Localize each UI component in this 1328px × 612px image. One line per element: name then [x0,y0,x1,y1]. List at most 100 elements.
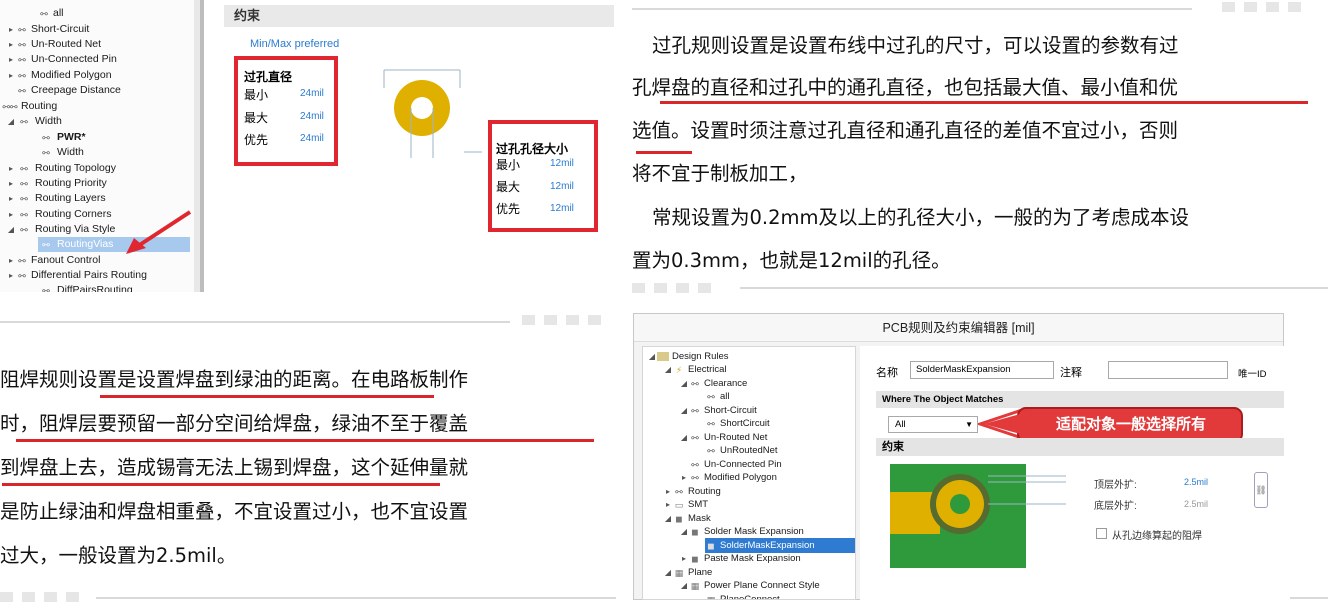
tree-item-unroutednet[interactable]: ⚯ UnRoutedNet [705,443,777,458]
tree-item-modified-polygon[interactable]: ▸ ⚯ Modified Polygon [6,68,112,83]
mask-paragraph-line5: 过大，一般设置为2.5mil。 [0,544,237,567]
via-min-value[interactable]: 24mil [300,88,324,99]
expand-arrow-icon[interactable]: ▸ [6,191,16,206]
tree-item-differential-pairs-routing[interactable]: ▸ ⚯ Differential Pairs Routing [6,268,147,283]
mask-paragraph-line2: 时，阻焊层要预留一部分空间给焊盘，绿油不至于覆盖 [0,412,469,435]
expand-arrow-icon[interactable]: ▸ [663,497,673,512]
collapse-arrow-icon[interactable]: ◢ [6,222,16,237]
tree-item-routing-priority[interactable]: ▸ ⚯ Routing Priority [6,176,107,191]
via-preferred-value[interactable]: 24mil [300,133,324,144]
divider-line [0,321,510,323]
collapse-arrow-icon[interactable]: ◢ [647,349,657,364]
deco-dash [1244,2,1257,12]
tree-item-all[interactable]: ⚯ all [38,6,64,21]
via-paragraph2-line1: 常规设置为0.2mm及以上的孔径大小，一般的为了考虑成本设 [652,206,1190,229]
tree-item-short-circuit[interactable]: ▸ ⚯ Short-Circuit [6,22,89,37]
deco-dash [654,283,667,293]
tree-item-planeconnect[interactable]: ▦ PlaneConnect [705,592,780,599]
collapse-arrow-icon[interactable]: ◢ [663,511,673,526]
expand-arrow-icon[interactable]: ▸ [679,470,689,485]
tree-item-diffpairsrouting[interactable]: ⚯ DiffPairsRouting [38,283,133,293]
tree-item-label: Un-Connected Pin [31,53,117,65]
hole-preferred-value[interactable]: 12mil [550,203,574,214]
tree-item-label: DiffPairsRouting [57,284,133,292]
rule-icon: ⚯ [707,391,715,402]
editor-rule-tree: ◢ Design Rules ◢ ⚡ Electrical ◢ ⚯ Clearance ⚯… [642,346,856,600]
deco-dash [1266,2,1279,12]
smt-icon: ▭ [674,499,684,510]
collapse-arrow-icon[interactable]: ◢ [663,362,673,377]
collapse-arrow-icon[interactable]: ◢ [679,430,689,445]
divider-line [632,8,1192,10]
tree-item-routing[interactable]: ⚯⚯ Routing [2,99,57,114]
tree-item-paste-mask-expansion[interactable]: ▸ ◼ Paste Mask Expansion [679,551,801,566]
deco-dash [676,283,689,293]
expand-arrow-icon[interactable]: ▸ [6,207,16,222]
rule-icon: ⚯ [707,445,715,456]
rule-icon: ⚯ [42,285,50,293]
collapse-arrow-icon[interactable]: ◢ [6,114,16,129]
tree-item-shortcircuit[interactable]: ⚯ ShortCircuit [705,416,769,431]
rule-icon: ⚯ [691,432,699,443]
collapse-arrow-icon[interactable]: ◢ [663,565,673,580]
tree-item-width[interactable]: ◢ ⚯ Width [6,114,62,129]
rule-icon: ⚯ [20,178,28,189]
tree-item-creepage-distance[interactable]: ⚯ Creepage Distance [16,83,121,98]
object-match-select[interactable]: All ▼ [888,416,978,433]
tree-item-label: all [53,7,64,19]
unique-id-label: 唯一ID [1238,369,1267,380]
collapse-arrow-icon[interactable]: ◢ [679,578,689,593]
from-hole-edge-checkbox[interactable] [1096,528,1107,539]
expand-arrow-icon[interactable]: ▸ [679,551,689,566]
deco-dash [588,315,601,325]
tree-item-power-plane-connect-style[interactable]: ◢ ▦ Power Plane Connect Style [679,578,820,593]
expand-arrow-icon[interactable]: ▸ [6,161,16,176]
link-icon[interactable]: ⛓ [1254,472,1268,508]
expand-arrow-icon[interactable]: ▸ [6,37,16,52]
via-max-value[interactable]: 24mil [300,111,324,122]
tree-item-pwr[interactable]: ⚯ PWR* [38,130,85,145]
hole-max-label: 最大 [496,180,521,194]
tree-item-routing-corners[interactable]: ▸ ⚯ Routing Corners [6,207,111,222]
collapse-arrow-icon[interactable]: ◢ [679,524,689,539]
tree-item-unrouted-net[interactable]: ▸ ⚯ Un-Routed Net [6,37,101,52]
tree-item-solder-mask-expansion[interactable]: ◢ ◼ Solder Mask Expansion [679,524,804,539]
tree-item-fanout-control[interactable]: ▸ ⚯ Fanout Control [6,253,100,268]
mask-paragraph-line4: 是防止绿油和焊盘相重叠，不宜设置过小，也不宜设置 [0,500,469,523]
tree-item-unconnected-pin[interactable]: ▸ ⚯ Un-Connected Pin [6,52,117,67]
comment-input[interactable] [1108,361,1228,379]
hole-max-value[interactable]: 12mil [550,181,574,192]
folder-icon [657,352,669,361]
tree-item-smt[interactable]: ▸ ▭ SMT [663,497,708,512]
rule-icon: ⚯ [18,255,26,266]
rule-icon: ⚯ [691,459,699,470]
bottom-expansion-value[interactable]: 2.5mil [1184,499,1208,509]
rule-name-input[interactable]: SolderMaskExpansion [910,361,1054,379]
tree-item-modified-polygon[interactable]: ▸ ⚯ Modified Polygon [679,470,777,485]
comment-label: 注释 [1060,367,1082,379]
deco-dash [566,315,579,325]
expand-arrow-icon[interactable]: ▸ [6,176,16,191]
tree-item-routing-via-style[interactable]: ◢ ⚯ Routing Via Style [6,222,115,237]
tree-item-width-rule[interactable]: ⚯ Width [38,145,84,160]
via-diameter-title: 过孔直径 [244,70,293,84]
tree-item-all[interactable]: ⚯ all [705,389,730,404]
tree-item-routing-topology[interactable]: ▸ ⚯ Routing Topology [6,161,116,176]
collapse-arrow-icon[interactable]: ◢ [679,403,689,418]
hole-min-value[interactable]: 12mil [550,158,574,169]
tree-item-routing-layers[interactable]: ▸ ⚯ Routing Layers [6,191,106,206]
expand-arrow-icon[interactable]: ▸ [6,253,16,268]
via-paragraph2-line2: 置为0.3mm，也就是12mil的孔径。 [632,249,951,272]
expand-arrow-icon[interactable]: ▸ [6,22,16,37]
expand-arrow-icon[interactable]: ▸ [6,68,16,83]
tree-item-electrical[interactable]: ◢ ⚡ Electrical [663,362,727,377]
tree-item-label: Creepage Distance [31,84,121,96]
top-expansion-value[interactable]: 2.5mil [1184,477,1208,487]
collapse-arrow-icon[interactable]: ◢ [679,376,689,391]
tree-item-label: Routing [21,100,58,112]
dropdown-arrow-icon[interactable]: ▼ [965,417,973,432]
tree-item-label: all [720,391,730,402]
highlight-underline [636,151,692,154]
expand-arrow-icon[interactable]: ▸ [6,52,16,67]
expand-arrow-icon[interactable]: ▸ [6,268,16,283]
